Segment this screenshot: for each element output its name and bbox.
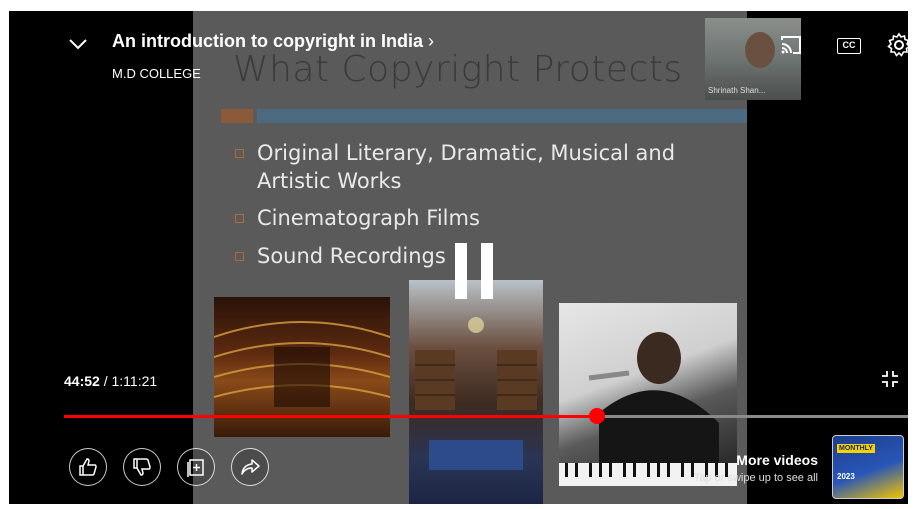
pause-icon: [455, 243, 467, 299]
dislike-button[interactable]: [123, 448, 161, 486]
bullet-square-icon: [235, 149, 244, 158]
progress-bar[interactable]: [64, 408, 908, 424]
video-player[interactable]: What Copyright Protects Original Literar…: [9, 11, 908, 504]
slide-photo-pianist: [559, 303, 737, 486]
slide-bullet: Original Literary, Dramatic, Musical and…: [235, 139, 695, 195]
save-to-playlist-button[interactable]: [177, 448, 215, 486]
bullet-square-icon: [235, 214, 244, 223]
pause-button[interactable]: [451, 243, 499, 299]
like-button[interactable]: [69, 448, 107, 486]
progress-played: [64, 415, 598, 418]
time-separator: /: [99, 373, 112, 389]
slide-divider-bar: [257, 109, 747, 123]
video-title[interactable]: An introduction to copyright in India ›: [112, 31, 434, 52]
channel-name[interactable]: M.D COLLEGE: [112, 66, 201, 81]
share-button[interactable]: [231, 448, 269, 486]
save-to-playlist-icon: [187, 459, 204, 477]
thumbs-down-icon: [133, 458, 151, 476]
cc-icon[interactable]: CC: [837, 38, 861, 54]
slide-accent-bar: [221, 109, 253, 123]
chevron-down-icon[interactable]: [67, 36, 89, 52]
more-videos-hint: Tap or swipe up to see all: [693, 472, 818, 484]
more-videos-thumbnail[interactable]: MONTHLY 2023: [832, 435, 904, 499]
slide-heading: What Copyright Protects: [233, 49, 683, 90]
cast-icon[interactable]: [778, 32, 804, 58]
slide-photo-library: [409, 280, 543, 504]
bullet-square-icon: [235, 252, 244, 261]
time-display: 44:52 / 1:11:21: [64, 373, 157, 389]
speaker-name: Shrinath Shan...: [708, 86, 766, 95]
thumbnail-year: 2023: [837, 472, 855, 481]
share-icon: [241, 459, 260, 475]
time-current: 44:52: [64, 373, 100, 389]
slide-bullet: Sound Recordings: [235, 242, 446, 270]
thumbnail-badge: MONTHLY: [837, 444, 875, 453]
more-videos-label[interactable]: More videos: [736, 452, 818, 468]
settings-icon[interactable]: [886, 32, 908, 58]
speaker-webcam: Shrinath Shan...: [705, 18, 801, 100]
speaker-face: [745, 32, 775, 68]
pause-icon-bar: [481, 243, 493, 299]
time-total: 1:11:21: [111, 373, 158, 389]
title-chevron-icon: ›: [427, 31, 434, 51]
thumbs-up-icon: [79, 458, 97, 476]
fullscreen-exit-icon[interactable]: [880, 369, 900, 389]
slide-bullet: Cinematograph Films: [235, 204, 480, 232]
